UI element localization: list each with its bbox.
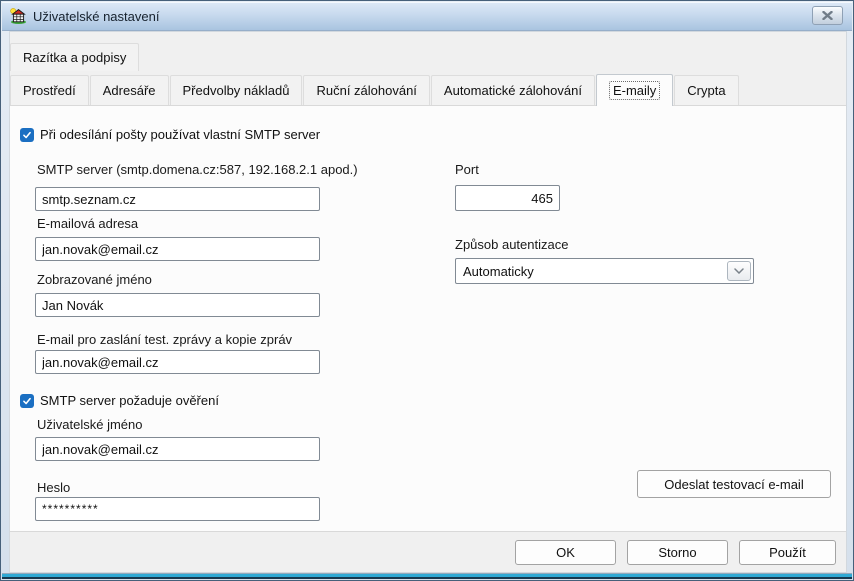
- username-label: Uživatelské jméno: [37, 417, 143, 432]
- use-own-smtp-checkbox[interactable]: Při odesílání pošty používat vlastní SMT…: [20, 127, 320, 142]
- password-label: Heslo: [37, 480, 70, 495]
- checkbox-checked-icon: [20, 394, 34, 408]
- tab-row-main: Prostředí Adresáře Předvolby nákladů Ruč…: [10, 73, 846, 105]
- dialog-client-area: Razítka a podpisy Prostředí Adresáře Pře…: [9, 31, 847, 573]
- ok-button[interactable]: OK: [515, 540, 616, 565]
- cancel-button[interactable]: Storno: [627, 540, 728, 565]
- email-address-label: E-mailová adresa: [37, 216, 138, 231]
- tab-adresare[interactable]: Adresáře: [90, 75, 169, 105]
- display-name-input[interactable]: [35, 293, 320, 317]
- close-icon: [822, 11, 833, 20]
- titlebar[interactable]: Uživatelské nastavení: [2, 2, 852, 31]
- tab-rucni-zalohovani[interactable]: Ruční zálohování: [303, 75, 429, 105]
- tab-label: Předvolby nákladů: [183, 83, 290, 98]
- email-address-input[interactable]: [35, 237, 320, 261]
- close-button[interactable]: [812, 6, 843, 25]
- send-test-email-button[interactable]: Odeslat testovací e-mail: [637, 470, 831, 498]
- smtp-server-input[interactable]: [35, 187, 320, 211]
- tab-label: Ruční zálohování: [316, 83, 416, 98]
- tab-automaticke-zalohovani[interactable]: Automatické zálohování: [431, 75, 595, 105]
- tab-label: Razítka a podpisy: [23, 50, 126, 65]
- checkbox-label: SMTP server požaduje ověření: [40, 393, 219, 408]
- dialog-footer: OK Storno Použít: [10, 532, 846, 572]
- tab-emaily[interactable]: E-maily: [596, 74, 673, 106]
- password-input[interactable]: [35, 497, 320, 521]
- auth-method-value: Automaticky: [456, 264, 727, 279]
- user-settings-dialog: Uživatelské nastavení Razítka a podpisy …: [0, 0, 854, 581]
- checkbox-label: Při odesílání pošty používat vlastní SMT…: [40, 127, 320, 142]
- apply-button[interactable]: Použít: [739, 540, 836, 565]
- test-email-label: E-mail pro zaslání test. zprávy a kopie …: [37, 332, 292, 347]
- combo-dropdown-button[interactable]: [727, 261, 751, 281]
- window-title: Uživatelské nastavení: [33, 9, 159, 24]
- smtp-auth-checkbox[interactable]: SMTP server požaduje ověření: [20, 393, 219, 408]
- test-email-input[interactable]: [35, 350, 320, 374]
- tab-crypta[interactable]: Crypta: [674, 75, 738, 105]
- tab-label: Automatické zálohování: [444, 83, 582, 98]
- tab-predvolby-nakladu[interactable]: Předvolby nákladů: [170, 75, 303, 105]
- checkbox-checked-icon: [20, 128, 34, 142]
- smtp-server-label: SMTP server (smtp.domena.cz:587, 192.168…: [37, 162, 358, 177]
- window-bottom-accent: [2, 573, 852, 579]
- auth-method-label: Způsob autentizace: [455, 237, 568, 252]
- tab-label: E-maily: [609, 81, 660, 100]
- tab-label: Crypta: [687, 83, 725, 98]
- display-name-label: Zobrazované jméno: [37, 272, 152, 287]
- tab-razitka-a-podpisy[interactable]: Razítka a podpisy: [10, 43, 139, 71]
- chevron-down-icon: [734, 268, 744, 274]
- tab-label: Adresáře: [103, 83, 156, 98]
- emaily-tab-panel: Při odesílání pošty používat vlastní SMT…: [10, 105, 846, 532]
- tab-label: Prostředí: [23, 83, 76, 98]
- tabstrip: Razítka a podpisy Prostředí Adresáře Pře…: [10, 32, 846, 105]
- app-house-icon: [10, 8, 27, 24]
- auth-method-select[interactable]: Automaticky: [455, 258, 754, 284]
- tab-row-top: Razítka a podpisy: [10, 43, 846, 71]
- username-input[interactable]: [35, 437, 320, 461]
- port-label: Port: [455, 162, 479, 177]
- tab-prostredi[interactable]: Prostředí: [10, 75, 89, 105]
- port-input[interactable]: [455, 185, 560, 211]
